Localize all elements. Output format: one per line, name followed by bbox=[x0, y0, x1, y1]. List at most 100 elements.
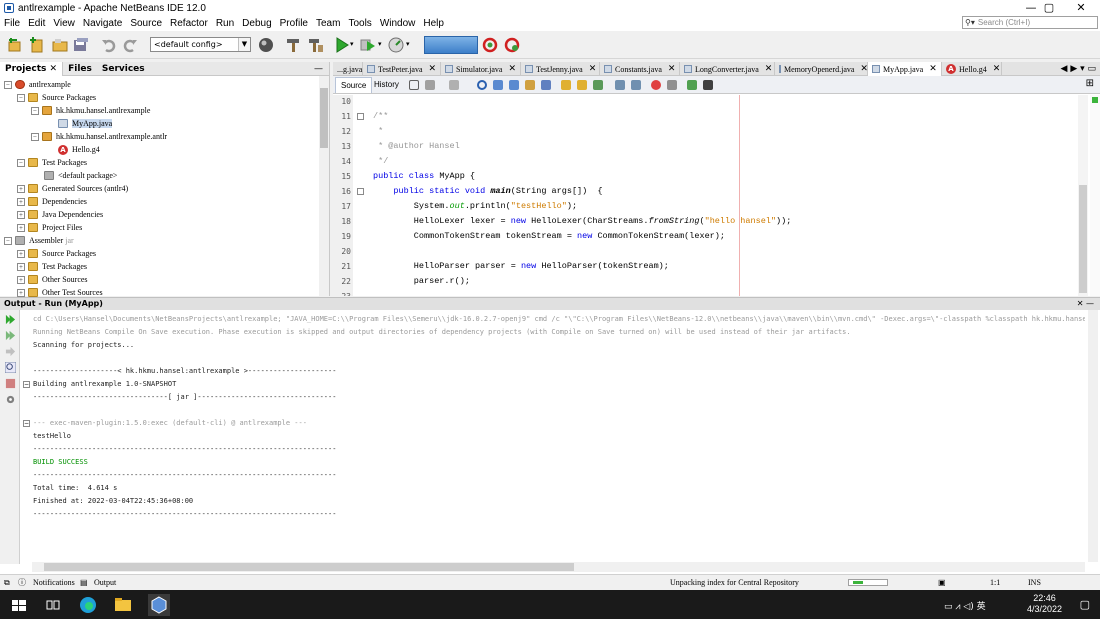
menu-view[interactable]: View bbox=[49, 16, 79, 31]
menu-source[interactable]: Source bbox=[126, 16, 166, 31]
tree-item-other-sources[interactable]: + Other Sources bbox=[17, 273, 88, 286]
find-icon[interactable] bbox=[477, 80, 487, 90]
stop-macro-icon[interactable] bbox=[667, 80, 677, 90]
tree-item-generated-sources[interactable]: + Generated Sources (antlr4) bbox=[17, 182, 128, 195]
file-tab[interactable]: MemoryOpenerd.java ✕ bbox=[775, 62, 868, 76]
close-icon[interactable]: ✕ bbox=[589, 64, 597, 74]
tree-item-package-antlr[interactable]: − hk.hkmu.hansel.antlrexample.antlr bbox=[31, 130, 167, 143]
netbeans-taskbar-icon[interactable] bbox=[148, 594, 170, 616]
clock[interactable]: 22:46 4/3/2022 bbox=[1027, 593, 1062, 615]
expand-icon[interactable]: + bbox=[17, 223, 25, 232]
save-all-icon[interactable] bbox=[73, 37, 89, 53]
tree-item-assembler[interactable]: − Assembler jar bbox=[4, 234, 74, 247]
expand-icon[interactable]: + bbox=[17, 262, 25, 271]
resume-icon[interactable] bbox=[5, 346, 16, 357]
last-edit-icon[interactable] bbox=[409, 80, 419, 90]
expand-icon[interactable]: + bbox=[17, 275, 25, 284]
task-view-icon[interactable] bbox=[42, 594, 64, 616]
forward-icon[interactable] bbox=[449, 80, 459, 90]
menu-edit[interactable]: Edit bbox=[24, 16, 49, 31]
collapse-icon[interactable]: − bbox=[31, 132, 39, 141]
tab-files[interactable]: Files bbox=[63, 62, 97, 76]
menu-run[interactable]: Run bbox=[212, 16, 238, 31]
file-tab[interactable]: ...g.java bbox=[333, 62, 363, 76]
file-explorer-icon[interactable] bbox=[112, 594, 134, 616]
projects-scrollbar[interactable] bbox=[319, 76, 329, 296]
menu-help[interactable]: Help bbox=[419, 16, 448, 31]
scrollbar-thumb[interactable] bbox=[44, 563, 574, 571]
tab-source[interactable]: Source bbox=[335, 77, 373, 93]
open-project-icon[interactable] bbox=[52, 37, 68, 53]
minimize-panel-icon[interactable]: — bbox=[314, 64, 323, 74]
run-dropdown-icon[interactable]: ▾ bbox=[350, 40, 354, 48]
menu-tools[interactable]: Tools bbox=[344, 16, 375, 31]
maximize-button[interactable]: ▢ bbox=[1032, 0, 1066, 16]
file-tab[interactable]: TestPeter.java ✕ bbox=[363, 62, 441, 76]
debug-dropdown-icon[interactable]: ▾ bbox=[378, 40, 382, 48]
file-tab-active[interactable]: MyApp.java ✕ bbox=[868, 62, 942, 76]
expand-icon[interactable]: + bbox=[17, 184, 25, 193]
next-bookmark-icon[interactable] bbox=[577, 80, 587, 90]
gc-icon[interactable] bbox=[482, 37, 498, 53]
cancel-indexing-icon[interactable]: ▣ bbox=[938, 575, 946, 590]
shift-left-icon[interactable] bbox=[615, 80, 625, 90]
ime-indicator[interactable]: 英 bbox=[977, 602, 986, 612]
tree-item-hello-g4[interactable]: A Hello.g4 bbox=[58, 143, 100, 156]
toggle-rect-selection-icon[interactable] bbox=[541, 80, 551, 90]
tree-item-project-files[interactable]: + Project Files bbox=[17, 221, 82, 234]
redo-icon[interactable] bbox=[122, 37, 138, 53]
collapse-icon[interactable]: − bbox=[4, 236, 12, 245]
system-tray-icons[interactable]: ▭ ⩘ ◁) 英 bbox=[944, 599, 986, 612]
expand-icon[interactable]: + bbox=[17, 197, 25, 206]
close-icon[interactable]: ✕ bbox=[929, 64, 937, 74]
rerun-goals-icon[interactable] bbox=[5, 330, 16, 341]
shift-right-icon[interactable] bbox=[631, 80, 641, 90]
find-previous-icon[interactable] bbox=[493, 80, 503, 90]
memory-usage-bar[interactable] bbox=[424, 36, 478, 54]
file-tab[interactable]: Constants.java ✕ bbox=[600, 62, 680, 76]
fold-toggle[interactable]: − bbox=[23, 381, 30, 388]
menu-navigate[interactable]: Navigate bbox=[79, 16, 126, 31]
close-icon[interactable]: ✕ bbox=[860, 64, 868, 74]
output-vertical-scrollbar[interactable] bbox=[1088, 310, 1098, 562]
tab-navigation-icons[interactable]: ◀ ▶ ▾ ▭ bbox=[1061, 62, 1096, 76]
notifications-tab[interactable]: Notifications bbox=[33, 575, 75, 590]
stop-icon[interactable] bbox=[5, 378, 16, 389]
fold-toggle[interactable]: − bbox=[23, 420, 30, 427]
tab-services[interactable]: Services bbox=[97, 62, 150, 76]
clean-build-icon[interactable] bbox=[308, 37, 324, 53]
toggle-bookmark-icon[interactable] bbox=[593, 80, 603, 90]
collapse-icon[interactable]: − bbox=[17, 93, 25, 102]
notification-center-icon[interactable]: ▢ bbox=[1080, 598, 1090, 611]
new-project-icon[interactable] bbox=[7, 37, 23, 53]
notifications-icon[interactable]: ⓘ bbox=[18, 575, 26, 590]
search-output-icon[interactable] bbox=[5, 362, 16, 373]
fold-toggle[interactable] bbox=[357, 188, 364, 195]
tree-item-test-packages[interactable]: − Test Packages bbox=[17, 156, 87, 169]
expand-icon[interactable]: + bbox=[17, 249, 25, 258]
menu-file[interactable]: File bbox=[0, 16, 24, 31]
tab-projects[interactable]: Projects ✕ bbox=[0, 61, 64, 76]
expand-icon[interactable]: + bbox=[17, 288, 25, 297]
collapse-icon[interactable]: − bbox=[31, 106, 39, 115]
config-dropdown[interactable]: <default config> ▼ bbox=[150, 37, 251, 52]
build-hammer-icon[interactable] bbox=[285, 37, 301, 53]
close-window-button[interactable]: ✕ bbox=[1064, 0, 1098, 16]
tree-item-package[interactable]: − hk.hkmu.hansel.antlrexample bbox=[31, 104, 150, 117]
profile-dropdown-icon[interactable]: ▾ bbox=[406, 40, 410, 48]
start-macro-icon[interactable] bbox=[651, 80, 661, 90]
rerun-icon[interactable] bbox=[5, 314, 16, 325]
close-icon[interactable]: ✕ bbox=[993, 64, 1001, 74]
tree-item-dependencies[interactable]: + Dependencies bbox=[17, 195, 87, 208]
profile-icon[interactable] bbox=[388, 37, 404, 53]
close-icon[interactable]: ✕ bbox=[668, 64, 676, 74]
comment-icon[interactable] bbox=[687, 80, 697, 90]
previous-bookmark-icon[interactable] bbox=[561, 80, 571, 90]
undo-icon[interactable] bbox=[101, 37, 117, 53]
output-horizontal-scrollbar[interactable] bbox=[32, 562, 1085, 572]
expand-icon[interactable]: + bbox=[17, 210, 25, 219]
tree-item-java-dependencies[interactable]: + Java Dependencies bbox=[17, 208, 103, 221]
settings-icon[interactable] bbox=[5, 394, 16, 405]
output-window-controls[interactable]: ✕ — bbox=[1077, 298, 1094, 310]
tree-item-default-package[interactable]: <default package> bbox=[44, 169, 117, 182]
